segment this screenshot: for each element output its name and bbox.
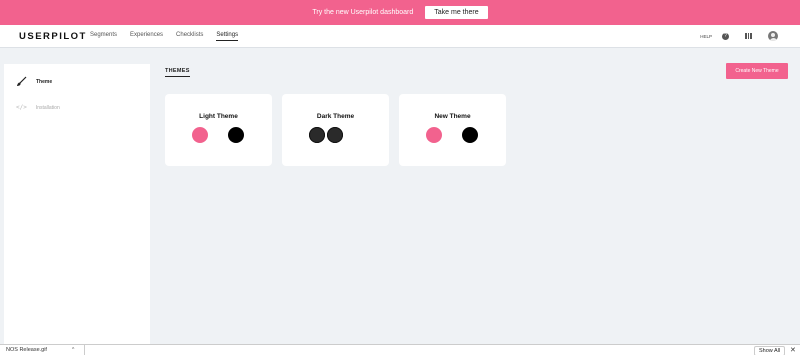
nav-right: HELP ?: [700, 31, 778, 41]
color-swatch: [210, 127, 226, 143]
color-swatch: [192, 127, 208, 143]
user-avatar-icon[interactable]: [768, 31, 778, 41]
color-swatch: [426, 127, 442, 143]
help-icon[interactable]: ?: [722, 32, 729, 40]
color-swatch: [228, 127, 244, 143]
nav-settings[interactable]: Settings: [216, 32, 239, 41]
theme-card-title: New Theme: [434, 113, 471, 120]
settings-sidebar: Theme </> Installation: [4, 64, 150, 345]
download-item[interactable]: NOS Release.gif: [6, 347, 47, 353]
theme-card-new[interactable]: New Theme: [399, 94, 506, 166]
take-me-there-button[interactable]: Take me there: [425, 6, 488, 19]
sidebar-item-label: Theme: [36, 78, 53, 85]
create-new-theme-button[interactable]: Create New Theme: [726, 63, 788, 79]
chevron-up-icon[interactable]: ^: [72, 347, 74, 353]
nav-experiences[interactable]: Experiences: [130, 32, 163, 41]
nav-links: Segments Experiences Checklists Settings: [90, 32, 239, 41]
theme-card-light[interactable]: Light Theme: [165, 94, 272, 166]
close-icon[interactable]: ✕: [790, 346, 796, 354]
logo[interactable]: USERPILOT: [19, 31, 87, 42]
color-swatch: [462, 127, 478, 143]
theme-card-title: Dark Theme: [316, 113, 355, 120]
themes-tab[interactable]: THEMES: [165, 68, 190, 77]
help-label[interactable]: HELP: [700, 34, 712, 39]
color-swatch: [309, 127, 325, 143]
nav-checklists[interactable]: Checklists: [176, 32, 203, 41]
promo-banner: Try the new Userpilot dashboard Take me …: [0, 0, 800, 25]
sidebar-item-installation[interactable]: </> Installation: [16, 104, 60, 111]
nav-segments[interactable]: Segments: [90, 32, 117, 41]
download-bar: NOS Release.gif ^ Show All ✕: [0, 344, 800, 355]
color-swatch: [345, 127, 361, 143]
banner-text: Try the new Userpilot dashboard: [312, 9, 414, 16]
code-icon: </>: [16, 104, 27, 111]
divider: [84, 345, 85, 355]
color-swatch: [444, 127, 460, 143]
sidebar-item-label: Installation: [35, 104, 60, 111]
apps-grid-icon[interactable]: [745, 33, 753, 39]
sidebar-item-theme[interactable]: Theme: [16, 76, 52, 87]
theme-card-dark[interactable]: Dark Theme: [282, 94, 389, 166]
color-swatch: [327, 127, 343, 143]
theme-card-title: Light Theme: [199, 113, 238, 120]
brush-icon: [17, 76, 27, 86]
show-all-button[interactable]: Show All: [754, 346, 786, 355]
top-navigation: USERPILOT Segments Experiences Checklist…: [0, 25, 800, 48]
